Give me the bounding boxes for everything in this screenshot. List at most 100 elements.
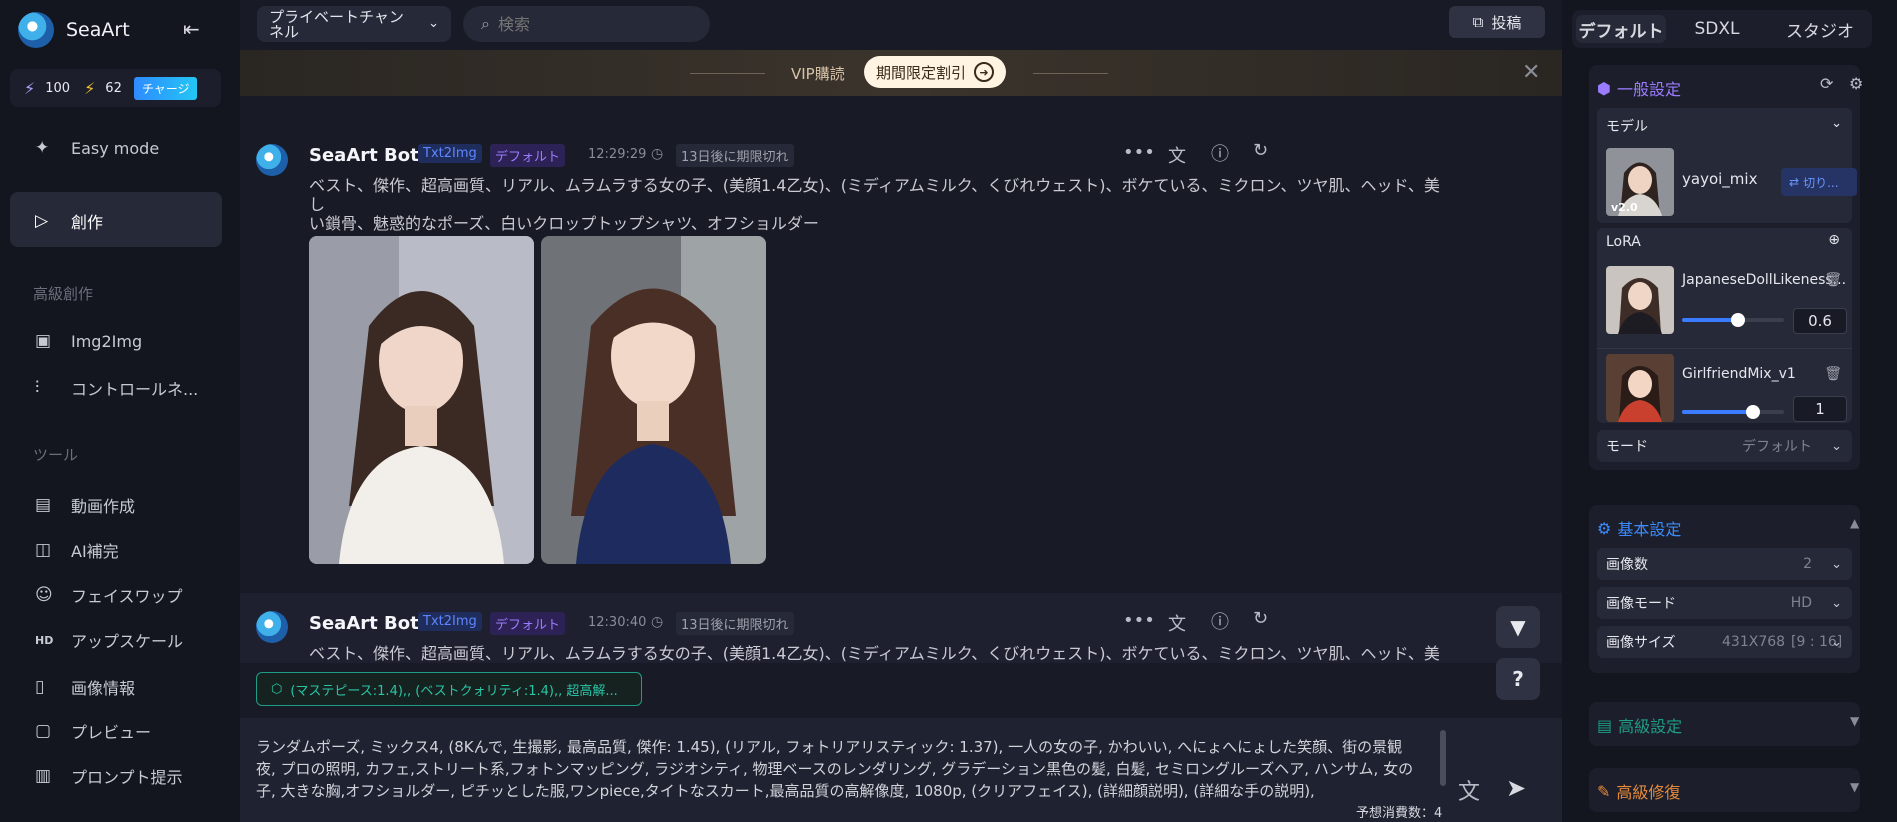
tab-sdxl[interactable]: SDXL xyxy=(1672,15,1762,43)
advanced-section-title: 高級創作 xyxy=(33,285,94,303)
scroll-down-button[interactable]: ▼ xyxy=(1496,606,1540,648)
nav-prompt-hint-label: プロンプト提示 xyxy=(71,768,183,787)
translate-icon[interactable]: 文 xyxy=(1168,142,1186,168)
prompt-chip[interactable]: ⬡ (マステピース:1.4),, (ベストクォリティ:1.4),, 超高解... xyxy=(256,672,642,706)
reset-icon[interactable]: ⟳ xyxy=(1820,74,1833,93)
tab-default[interactable]: デフォルト xyxy=(1576,15,1666,43)
triangle-down-icon: ▼ xyxy=(1510,615,1526,639)
generated-image-2[interactable] xyxy=(541,236,766,564)
stamina-count: 100 xyxy=(45,80,71,96)
switch-model-button[interactable]: ⇄ 切り... xyxy=(1781,168,1857,196)
image-mode-select[interactable]: 画像モード HD ⌄ xyxy=(1597,587,1852,619)
nav-ai-fill[interactable]: ◫ AI補完 xyxy=(35,538,119,562)
nav-face-swap[interactable]: ☺ フェイスワップ xyxy=(35,583,183,607)
lora-weight-input-1[interactable]: 0.6 xyxy=(1793,308,1847,334)
question-icon: ? xyxy=(1512,667,1524,691)
nav-create[interactable]: ▷ 創作 xyxy=(35,209,103,233)
post-button[interactable]: ⧉ 投稿 xyxy=(1449,6,1545,38)
info-icon[interactable]: ⓘ xyxy=(1211,608,1229,634)
lora-weight-input-2[interactable]: 1 xyxy=(1793,396,1847,422)
refresh-icon[interactable]: ↻ xyxy=(1253,608,1268,629)
refresh-icon[interactable]: ↻ xyxy=(1253,140,1268,161)
lora-weight-knob-1[interactable] xyxy=(1731,313,1746,327)
mode-tag: Txt2Img xyxy=(418,612,482,631)
nav-prompt-hint[interactable]: ▥ プロンプト提示 xyxy=(35,764,183,788)
trash-icon[interactable]: 🗑 xyxy=(1824,272,1842,288)
nav-preview-label: プレビュー xyxy=(71,723,152,742)
nav-upscale[interactable]: HD アップスケール xyxy=(35,628,183,652)
seaart-logo-icon xyxy=(18,12,54,48)
chevron-down-icon[interactable]: ▼ xyxy=(1850,780,1859,794)
promo-button[interactable]: 期間限定割引 ➜ xyxy=(864,56,1007,88)
chevron-down-icon: ⌄ xyxy=(1831,634,1842,650)
translate-icon[interactable]: 文 xyxy=(1168,610,1186,636)
image-count-label: 画像数 xyxy=(1606,557,1648,573)
info-icon[interactable]: ⓘ xyxy=(1211,140,1229,166)
composer-scrollbar[interactable] xyxy=(1440,730,1446,786)
image-count-select[interactable]: 画像数 2 ⌄ xyxy=(1597,548,1852,580)
model-card: モデル ⌄ v2.0 yayoi_mix xyxy=(1597,108,1852,223)
help-button[interactable]: ? xyxy=(1496,658,1540,700)
mode-select[interactable]: モード デフォルト ⌄ xyxy=(1597,430,1852,462)
image-count-value: 2 xyxy=(1803,556,1812,572)
nav-video[interactable]: ▤ 動画作成 xyxy=(35,493,135,517)
nav-controlnet[interactable]: ⫶ コントロールネ... xyxy=(35,376,198,400)
prompt-line-1: ベスト、傑作、超高画質、リアル、ムラムラする女の子、(美顔1.4乙女)、(ミディ… xyxy=(309,176,1440,214)
prompt-textarea[interactable]: ランダムポーズ, ミックス4, (8Kんで, 生撮影, 最高品質, 傑作: 1.… xyxy=(256,736,1421,822)
image-icon: ▣ xyxy=(35,331,52,351)
basic-settings-header[interactable]: ⚙ 基本設定 xyxy=(1597,516,1681,540)
message-1: SeaArt Bot Txt2Img デフォルト 12:29:29 ◷ 13日後… xyxy=(240,138,1562,578)
wand-icon: ✎ xyxy=(1597,781,1611,801)
sparkle-icon: ✦ xyxy=(35,138,50,158)
stamina-icon: ⚡ xyxy=(24,78,36,98)
chevron-down-icon: ⌄ xyxy=(1831,438,1842,454)
send-icon[interactable]: ➤ xyxy=(1506,774,1526,802)
nav-img2img[interactable]: ▣ Img2Img xyxy=(35,331,142,351)
add-icon[interactable]: ⊕ xyxy=(1828,232,1840,248)
nav-preview[interactable]: ▢ プレビュー xyxy=(35,719,151,743)
nav-easy-mode[interactable]: ✦ Easy mode xyxy=(35,138,159,158)
prompt-text: ベスト、傑作、超高画質、リアル、ムラムラする女の子、(美顔1.4乙女)、(ミディ… xyxy=(309,176,1449,233)
model-version: v2.0 xyxy=(1611,201,1638,214)
nav-controlnet-label: コントロールネ... xyxy=(71,380,199,399)
model-thumbnail: v2.0 xyxy=(1606,148,1674,216)
advanced-settings-header[interactable]: ▤ 高級設定 xyxy=(1597,713,1682,737)
tab-studio[interactable]: スタジオ xyxy=(1772,15,1868,43)
lora-weight-fill-2 xyxy=(1682,410,1754,414)
chevron-up-icon[interactable]: ▲ xyxy=(1850,516,1859,530)
channel-select[interactable]: プライベートチャン ネル ⌄ xyxy=(257,6,451,42)
close-icon[interactable]: ✕ xyxy=(1522,60,1540,85)
face-icon: ☺ xyxy=(35,585,53,605)
generated-image-1[interactable] xyxy=(309,236,534,564)
chevron-down-icon[interactable]: ⌄ xyxy=(1831,116,1842,131)
switch-model-label: 切り... xyxy=(1803,175,1839,190)
trash-icon[interactable]: 🗑 xyxy=(1824,366,1842,382)
translate-icon[interactable]: 文 xyxy=(1458,774,1480,806)
chevron-down-icon: ⌄ xyxy=(1831,595,1842,611)
more-icon[interactable]: ••• xyxy=(1123,610,1155,631)
repair-title: 高級修復 xyxy=(1616,783,1681,802)
preset-tag: デフォルト xyxy=(490,144,566,167)
tools-section-title: ツール xyxy=(33,446,79,464)
lora-weight-knob-2[interactable] xyxy=(1746,405,1761,419)
lora-thumbnail-2 xyxy=(1606,354,1674,422)
chevron-down-icon[interactable]: ▼ xyxy=(1850,714,1859,728)
search-input[interactable] xyxy=(497,14,678,34)
collapse-sidebar-icon[interactable]: ⇤ xyxy=(183,17,200,41)
vip-label[interactable]: VIP購読 xyxy=(791,63,845,84)
charge-button[interactable]: チャージ xyxy=(133,76,198,100)
bot-name: SeaArt Bot xyxy=(309,145,419,166)
repair-header[interactable]: ✎ 高級修復 xyxy=(1597,779,1680,803)
gear-icon[interactable]: ⚙ xyxy=(1849,74,1863,93)
chevron-down-icon: ⌄ xyxy=(428,16,439,31)
image-size-select[interactable]: 画像サイズ 431X768 [9 : 16] ⌄ xyxy=(1597,626,1852,658)
layers-icon: ◫ xyxy=(35,540,52,560)
search-icon: ⌕ xyxy=(481,14,490,33)
bot-avatar xyxy=(256,144,288,176)
general-settings-header[interactable]: ⬢ 一般設定 xyxy=(1597,76,1681,100)
search-box[interactable]: ⌕ xyxy=(463,6,710,42)
brand-logo[interactable]: SeaArt xyxy=(18,12,130,48)
nav-image-info[interactable]: ▯ 画像情報 xyxy=(35,675,135,699)
prompt-composer[interactable]: ランダムポーズ, ミックス4, (8Kんで, 生撮影, 最高品質, 傑作: 1.… xyxy=(240,718,1562,822)
more-icon[interactable]: ••• xyxy=(1123,142,1155,163)
